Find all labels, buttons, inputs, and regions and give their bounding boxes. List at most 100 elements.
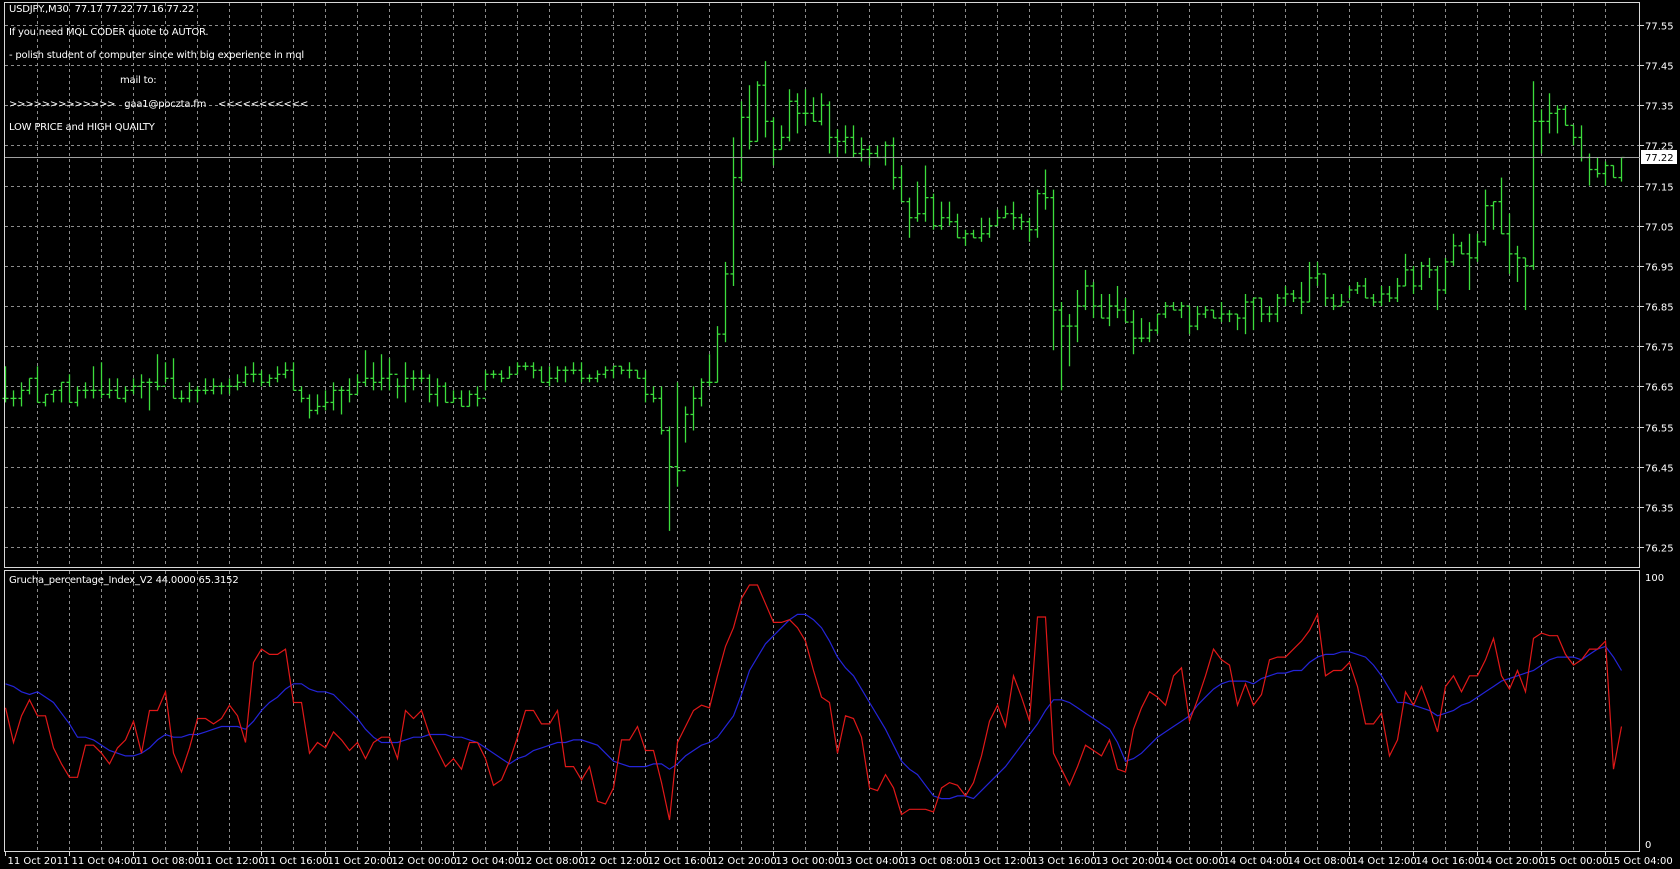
price-bar — [538, 366, 545, 383]
price-bar — [1218, 302, 1225, 323]
price-bar — [506, 366, 513, 379]
symbol-header: USDJPY.,M30 77.17 77.22 77.16 77.22 — [9, 4, 195, 15]
price-bar — [226, 378, 233, 395]
price-bar — [98, 362, 105, 399]
indicator-pane-border — [4, 570, 1640, 852]
price-bar — [1586, 153, 1593, 186]
price-bar — [1618, 156, 1625, 182]
price-bar — [1298, 281, 1305, 315]
price-bar — [1442, 257, 1449, 295]
comment-line-3: mail to: — [120, 75, 157, 86]
price-bar — [922, 165, 929, 222]
price-bar — [378, 354, 385, 391]
price-bar — [1610, 164, 1617, 179]
price-bar — [834, 129, 841, 158]
price-bar — [1370, 294, 1377, 307]
price-bar — [466, 390, 473, 408]
price-bar — [850, 125, 857, 158]
price-bar — [706, 354, 713, 387]
price-bar — [1410, 265, 1417, 295]
price-bar — [18, 382, 25, 407]
price-bar — [114, 378, 121, 400]
price-bar — [242, 366, 249, 387]
chart-canvas[interactable]: 77.5577.4577.3577.2577.1577.0576.9576.85… — [0, 0, 1680, 869]
time-axis-label: 14 Oct 20:00 — [1480, 856, 1545, 867]
price-bar — [10, 390, 17, 407]
time-axis-label: 11 Oct 12:00 — [200, 856, 265, 867]
time-axis-label: 15 Oct 00:00 — [1544, 856, 1609, 867]
price-bar — [874, 145, 881, 159]
price-bar — [146, 378, 153, 411]
price-bar — [674, 382, 681, 487]
price-bar — [2, 366, 9, 403]
price-bar — [906, 197, 913, 238]
price-bar — [786, 89, 793, 142]
price-bar — [1514, 245, 1521, 282]
price-bar — [898, 165, 905, 203]
price-bar — [1082, 269, 1089, 311]
price-bar — [314, 394, 321, 415]
main-pane-border — [4, 2, 1640, 568]
price-bar — [74, 386, 81, 407]
price-bar — [218, 382, 225, 395]
price-bar — [738, 101, 745, 182]
price-bar — [474, 386, 481, 407]
time-axis-label: 13 Oct 12:00 — [968, 856, 1033, 867]
price-bar — [1282, 285, 1289, 307]
price-bar — [1322, 273, 1329, 307]
price-bar — [762, 61, 769, 138]
price-axis-label: 76.95 — [1645, 263, 1674, 274]
time-axis-label: 12 Oct 12:00 — [584, 856, 649, 867]
price-bar — [1546, 93, 1553, 134]
price-bar — [866, 145, 873, 166]
price-bar — [1202, 306, 1209, 319]
price-bar — [1178, 302, 1185, 319]
price-bar — [1386, 285, 1393, 303]
price-bar — [258, 370, 265, 387]
price-bar — [490, 370, 497, 379]
price-bar — [386, 358, 393, 391]
price-bar — [1074, 289, 1081, 343]
price-axis-label: 76.35 — [1645, 504, 1674, 515]
time-axis-label: 14 Oct 08:00 — [1288, 856, 1353, 867]
time-axis-label: 14 Oct 04:00 — [1224, 856, 1289, 867]
price-bar — [306, 394, 313, 419]
price-bar — [626, 362, 633, 379]
price-bar — [570, 362, 577, 375]
price-bar — [610, 365, 617, 379]
indicator-line-signal — [5, 613, 1623, 800]
price-axis-label: 77.55 — [1645, 22, 1674, 33]
price-bar — [1130, 310, 1137, 355]
price-bar — [754, 81, 761, 143]
time-axis-label: 11 Oct 08:00 — [136, 856, 201, 867]
price-bar — [1010, 201, 1017, 230]
price-bar — [1330, 294, 1337, 311]
price-bar — [1290, 289, 1297, 303]
indicator-lines — [4, 584, 1623, 821]
price-bar — [1314, 261, 1321, 286]
time-axis-label: 12 Oct 20:00 — [712, 856, 777, 867]
price-bar — [746, 85, 753, 150]
price-bar — [90, 366, 97, 399]
comment-line-2: - polish student of computer since with … — [9, 50, 304, 61]
price-bar — [250, 362, 257, 383]
time-axis-label: 11 Oct 20:00 — [328, 856, 393, 867]
price-bar — [1362, 277, 1369, 299]
price-bar — [58, 381, 65, 403]
price-bar — [962, 229, 969, 246]
time-axis-label: 12 Oct 00:00 — [392, 856, 457, 867]
price-bar — [282, 362, 289, 379]
price-bar — [946, 201, 953, 226]
price-bar — [666, 426, 673, 531]
price-bar — [1042, 169, 1049, 210]
price-bar — [1578, 125, 1585, 162]
time-axis-label: 14 Oct 00:00 — [1160, 856, 1225, 867]
price-bar — [1602, 161, 1609, 186]
price-bar — [1594, 157, 1601, 178]
price-bar — [1274, 294, 1281, 323]
price-bar — [1154, 313, 1161, 335]
price-bar — [1066, 314, 1073, 367]
price-bar — [1034, 189, 1041, 238]
price-bar — [442, 382, 449, 404]
price-bar — [730, 137, 737, 286]
